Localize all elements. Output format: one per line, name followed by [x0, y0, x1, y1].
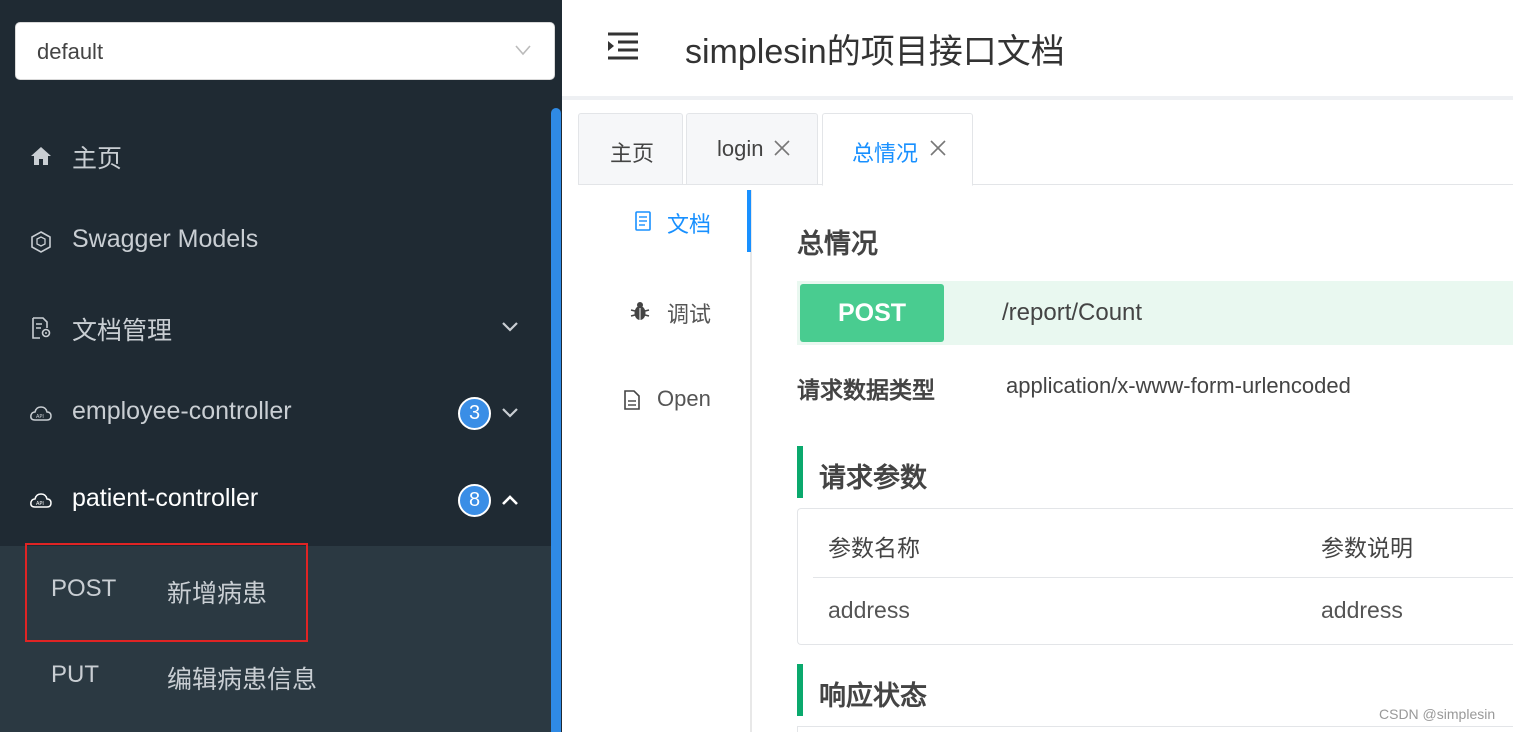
page-title: simplesin的项目接口文档 [685, 33, 1065, 71]
api-title: 总情况 [797, 229, 878, 259]
group-select[interactable]: default [15, 22, 555, 80]
tab-bar: 主页 login 总情况 [578, 113, 1513, 186]
chevron-down-icon [515, 45, 531, 56]
chevron-down-icon [502, 408, 518, 418]
subnav-open[interactable]: Open [578, 369, 752, 429]
annotation-highlight-box [25, 543, 308, 642]
endpoint-item-edit-patient[interactable]: PUT 编辑病患信息 [0, 632, 551, 718]
tab-home[interactable]: 主页 [578, 113, 683, 185]
method-badge: POST [800, 284, 944, 342]
sidebar: default 主页 Swagger Models 文档管理 API emplo… [0, 0, 562, 732]
group-select-value: default [37, 39, 104, 64]
api-cloud-icon: API [30, 493, 52, 508]
sidebar-item-employee-controller[interactable]: API employee-controller 3 [0, 371, 551, 457]
home-icon [31, 147, 51, 165]
tab-label: 主页 [610, 141, 655, 166]
api-endpoint-bar: POST /report/Count [797, 281, 1513, 345]
section-title: 请求参数 [819, 463, 927, 493]
tab-label: 总情况 [852, 141, 919, 166]
bug-icon [630, 302, 650, 320]
request-type-label: 请求数据类型 [797, 377, 935, 403]
sidebar-item-label: Swagger Models [72, 225, 259, 253]
sidebar-item-label: employee-controller [72, 397, 292, 425]
table-header-param-desc: 参数说明 [1321, 535, 1413, 561]
request-type-value: application/x-www-form-urlencoded [1006, 373, 1351, 398]
subnav-label: Open [657, 386, 711, 411]
table-header-param-name: 参数名称 [828, 535, 920, 561]
api-path: /report/Count [1002, 299, 1143, 326]
table-divider [813, 577, 1513, 578]
tab-login[interactable]: login [686, 113, 818, 185]
sidebar-item-swagger-models[interactable]: Swagger Models [0, 199, 551, 285]
svg-text:API: API [36, 414, 44, 420]
tab-summary[interactable]: 总情况 [822, 113, 973, 186]
top-header: simplesin的项目接口文档 [562, 0, 1513, 100]
table-cell-param-name: address [828, 597, 910, 623]
section-request-params: 请求参数 [797, 446, 927, 498]
endpoint-method: PUT [51, 661, 99, 688]
sidebar-item-home[interactable]: 主页 [0, 113, 551, 199]
subnav-label: 调试 [667, 302, 712, 327]
close-icon[interactable] [773, 139, 791, 157]
section-title: 响应状态 [819, 681, 927, 711]
sidebar-item-label: patient-controller [72, 484, 259, 512]
response-table [797, 726, 1513, 732]
sidebar-item-doc-management[interactable]: 文档管理 [0, 285, 551, 371]
swagger-models-icon [31, 231, 51, 253]
sidebar-item-patient-controller[interactable]: API patient-controller 8 [0, 458, 551, 544]
subnav-active-indicator [747, 190, 751, 252]
tab-label: login [717, 136, 764, 161]
sidebar-scrollbar[interactable] [551, 108, 561, 732]
document-icon [635, 211, 651, 231]
sidebar-item-label: 主页 [72, 145, 123, 173]
api-cloud-icon: API [30, 406, 52, 421]
close-icon[interactable] [929, 139, 947, 157]
subnav-doc[interactable]: 文档 [578, 190, 752, 250]
watermark: CSDN @simplesin [1379, 706, 1496, 722]
table-cell-param-desc: address [1321, 597, 1403, 623]
file-icon [624, 390, 640, 410]
subnav-label: 文档 [667, 212, 712, 237]
count-badge: 8 [458, 484, 491, 517]
chevron-up-icon [502, 495, 518, 505]
request-params-table: 参数名称 参数说明 address address [797, 508, 1513, 645]
doc-subnav: 文档 调试 Open [578, 190, 752, 732]
section-response-status: 响应状态 [797, 664, 927, 716]
chevron-down-icon [502, 322, 518, 332]
subnav-debug[interactable]: 调试 [578, 280, 752, 340]
svg-text:API: API [36, 501, 44, 507]
doc-settings-icon [32, 317, 51, 339]
count-badge: 3 [458, 397, 491, 430]
menu-fold-icon[interactable] [606, 31, 640, 61]
sidebar-item-label: 文档管理 [72, 317, 173, 345]
endpoint-name: 编辑病患信息 [167, 666, 318, 694]
